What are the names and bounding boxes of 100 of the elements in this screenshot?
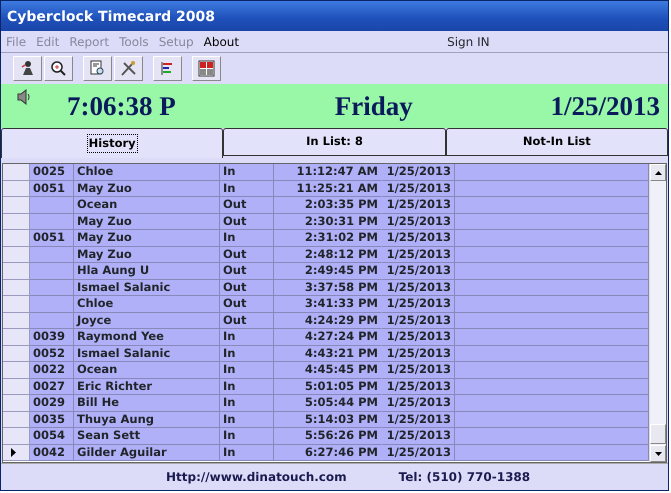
down-arrow-icon bbox=[654, 452, 662, 456]
table-cell: 1/25/2013 bbox=[382, 329, 455, 346]
table-cell: Ismael Salanic bbox=[74, 280, 220, 296]
toolbar-button[interactable] bbox=[192, 56, 221, 81]
table-cell: 1/25/2013 bbox=[382, 180, 455, 197]
table-cell: Hla Aung U bbox=[74, 263, 220, 280]
table-cell: 1/25/2013 bbox=[382, 197, 455, 214]
scroll-up-button[interactable] bbox=[650, 164, 666, 181]
speaker-icon[interactable] bbox=[17, 89, 31, 105]
table-cell: May Zuo bbox=[74, 230, 220, 246]
table-cell: Out bbox=[220, 214, 274, 230]
table-cell: May Zuo bbox=[74, 214, 220, 230]
date-label: 1/25/2013 bbox=[550, 90, 660, 123]
table-cell bbox=[30, 312, 74, 329]
table-cell: 2:49:45 PM bbox=[274, 263, 382, 280]
table-cell: Out bbox=[220, 296, 274, 312]
scroll-down-button[interactable] bbox=[650, 445, 666, 462]
scrollbar[interactable] bbox=[649, 164, 666, 462]
table-cell: Out bbox=[220, 197, 274, 214]
table-cell: 1/25/2013 bbox=[382, 214, 455, 230]
table-cell: In bbox=[220, 230, 274, 246]
menu-item[interactable]: About bbox=[198, 32, 244, 50]
table-cell: 3:37:58 PM bbox=[274, 280, 382, 296]
table-cell: May Zuo bbox=[74, 180, 220, 197]
table-cell: Ocean bbox=[74, 362, 220, 378]
table-cell: 4:27:24 PM bbox=[274, 329, 382, 346]
table-cell: 5:14:03 PM bbox=[274, 412, 382, 428]
table-cell: 0042 bbox=[30, 444, 74, 461]
table-cell: 1/25/2013 bbox=[382, 346, 455, 362]
table-cell: In bbox=[220, 346, 274, 362]
table-cell: 1/25/2013 bbox=[382, 164, 455, 180]
table-cell: In bbox=[220, 164, 274, 180]
magnifier-icon bbox=[49, 59, 68, 78]
table-cell: In bbox=[220, 444, 274, 461]
tab[interactable]: In List: 8 bbox=[223, 128, 446, 156]
table-cell: 2:31:02 PM bbox=[274, 230, 382, 246]
table-cell: 5:01:05 PM bbox=[274, 378, 382, 395]
table-cell: 11:12:47 AM bbox=[274, 164, 382, 180]
table-cell: Chloe bbox=[74, 296, 220, 312]
table-cell: Out bbox=[220, 263, 274, 280]
table-cell: 0022 bbox=[30, 362, 74, 378]
table-cell: In bbox=[220, 395, 274, 412]
table-cell: In bbox=[220, 412, 274, 428]
table-cell: 0025 bbox=[30, 164, 74, 180]
website-link[interactable]: Http://www.dinatouch.com bbox=[166, 468, 347, 486]
table-cell: 1/25/2013 bbox=[382, 428, 455, 444]
table-cell: 0039 bbox=[30, 329, 74, 346]
table-cell: 0035 bbox=[30, 412, 74, 428]
tab[interactable]: Not-In List bbox=[446, 128, 668, 156]
table-cell: 1/25/2013 bbox=[382, 362, 455, 378]
table-cell: 1/25/2013 bbox=[382, 246, 455, 263]
phone-number: Tel: (510) 770-1388 bbox=[398, 469, 530, 486]
table-cell: 4:45:45 PM bbox=[274, 362, 382, 378]
table-cell: 5:56:26 PM bbox=[274, 428, 382, 444]
toolbar-button[interactable] bbox=[114, 56, 143, 81]
tab[interactable]: History bbox=[1, 128, 224, 158]
table-cell: Joyce bbox=[74, 312, 220, 329]
scroll-thumb[interactable] bbox=[650, 424, 666, 444]
table-cell: Out bbox=[220, 246, 274, 263]
toolbar-button[interactable] bbox=[13, 56, 42, 81]
table-cell: 4:43:21 PM bbox=[274, 346, 382, 362]
table-cell: 0029 bbox=[30, 395, 74, 412]
table-cell: Sean Sett bbox=[74, 428, 220, 444]
toolbar-button[interactable] bbox=[83, 56, 112, 81]
table-cell: 0051 bbox=[30, 180, 74, 197]
table-cell: Ocean bbox=[74, 197, 220, 214]
table-cell: 1/25/2013 bbox=[382, 263, 455, 280]
table-cell bbox=[30, 296, 74, 312]
toolbar-button[interactable] bbox=[153, 56, 182, 81]
table-cell: 1/25/2013 bbox=[382, 378, 455, 395]
table-cell bbox=[30, 197, 74, 214]
table-cell: 3:41:33 PM bbox=[274, 296, 382, 312]
table-cell: In bbox=[220, 329, 274, 346]
table-cell: 4:24:29 PM bbox=[274, 312, 382, 329]
table-cell bbox=[30, 214, 74, 230]
table-cell: 2:03:35 PM bbox=[274, 197, 382, 214]
toolbar-button[interactable] bbox=[44, 56, 73, 81]
table-cell: Thuya Aung bbox=[74, 412, 220, 428]
calendar-icon bbox=[197, 59, 216, 78]
up-arrow-icon bbox=[654, 170, 662, 174]
table-cell: In bbox=[220, 428, 274, 444]
table-cell: 0052 bbox=[30, 346, 74, 362]
table-cell: Out bbox=[220, 280, 274, 296]
table-cell: Ismael Salanic bbox=[74, 346, 220, 362]
table-cell: Out bbox=[220, 312, 274, 329]
table-cell: 1/25/2013 bbox=[382, 444, 455, 461]
window-title: Cyberclock Timecard 2008 bbox=[1, 1, 668, 31]
table-cell: May Zuo bbox=[74, 246, 220, 263]
row-header[interactable] bbox=[3, 444, 30, 461]
table-cell: 1/25/2013 bbox=[382, 230, 455, 246]
day-label: Friday bbox=[334, 90, 413, 123]
table-cell: 1/25/2013 bbox=[382, 312, 455, 329]
table-cell: 5:05:44 PM bbox=[274, 395, 382, 412]
mode-label: Sign IN bbox=[447, 34, 490, 50]
table-cell bbox=[30, 263, 74, 280]
table-cell: Chloe bbox=[74, 164, 220, 180]
table-cell: 11:25:21 AM bbox=[274, 180, 382, 197]
table-cell: Raymond Yee bbox=[74, 329, 220, 346]
table-cell: 1/25/2013 bbox=[382, 280, 455, 296]
table-cell: 0054 bbox=[30, 428, 74, 444]
